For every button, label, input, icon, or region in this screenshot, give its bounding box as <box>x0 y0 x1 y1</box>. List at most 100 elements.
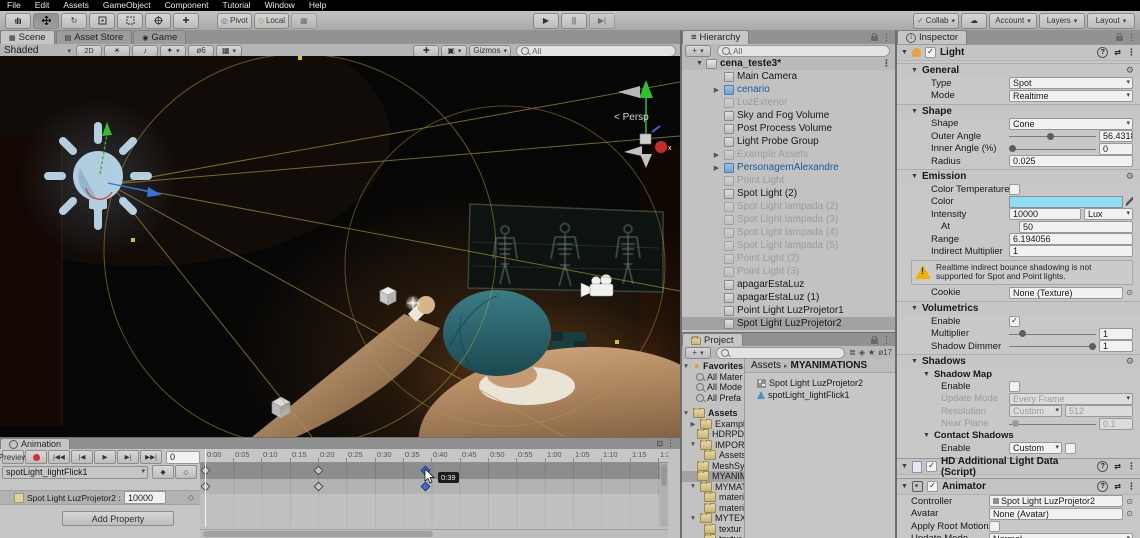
hierarchy-item-spot-light-lampada-3[interactable]: Spot Light lampada (3) <box>682 213 895 226</box>
controller-field[interactable]: Spot Light LuzProjetor2 <box>989 495 1123 507</box>
custom-tool-button[interactable]: ✚ <box>173 13 199 29</box>
dopesheet-empty-area[interactable] <box>200 494 668 527</box>
help-icon[interactable]: ? <box>1097 461 1108 472</box>
next-key-button[interactable]: ▶| <box>117 450 139 464</box>
eyedropper-icon[interactable] <box>1126 197 1133 206</box>
kebab-menu-icon[interactable]: ⋮ <box>882 336 891 345</box>
help-icon[interactable]: ? <box>1097 481 1108 492</box>
hierarchy-item-point-light-3[interactable]: Point Light (3) <box>682 265 895 278</box>
animated-property-row[interactable]: Spot Light LuzProjetor2 : HD A 10000 ◇ <box>0 490 200 505</box>
at-field[interactable]: 50 <box>1019 221 1133 233</box>
object-picker-icon[interactable]: ⊙ <box>1126 509 1133 518</box>
shadow-map-enable-checkbox[interactable] <box>1009 381 1020 392</box>
tree-hdrpde[interactable]: HDRPDe <box>682 429 744 440</box>
radius-field[interactable]: 0.025 <box>1009 155 1133 167</box>
intensity-field[interactable]: 10000 <box>1009 208 1081 220</box>
contact-enable-dropdown[interactable]: Custom <box>1009 442 1062 454</box>
hierarchy-item-personagemalexandre[interactable]: ▶PersonagemAlexandre <box>682 161 895 174</box>
tree-mymaterials[interactable]: ▼MYMATI <box>682 482 744 493</box>
tree-meshsync[interactable]: MeshSy <box>682 461 744 472</box>
kebab-menu-icon[interactable]: ⋮ <box>882 59 891 68</box>
menu-assets[interactable]: Assets <box>56 0 96 11</box>
menu-file[interactable]: File <box>0 0 28 11</box>
add-keyframe-button[interactable]: ◆ <box>152 465 174 479</box>
inner-angle-slider[interactable] <box>1009 144 1096 154</box>
tab-project[interactable]: Project <box>682 333 743 347</box>
clip-dropdown[interactable]: spotLight_lightFlick1 <box>2 466 148 479</box>
resolution-field[interactable]: 512 <box>1065 405 1133 417</box>
object-picker-icon[interactable]: ⊙ <box>1126 288 1133 297</box>
foldout-open-icon[interactable]: ▼ <box>682 410 690 417</box>
foldout-closed-icon[interactable]: ▶ <box>712 164 721 172</box>
foldout-open-icon[interactable]: ▼ <box>682 363 690 370</box>
hierarchy-item-spot-light-lampada-4[interactable]: Spot Light lampada (4) <box>682 226 895 239</box>
play-button[interactable]: ▶ <box>533 13 559 29</box>
intensity-unit-dropdown[interactable]: Lux <box>1084 208 1133 220</box>
animation-timeline[interactable]: 0:00 0:05 0:10 0:15 0:20 0:25 0:30 0:35 … <box>200 449 668 538</box>
foldout-open-icon[interactable]: ▼ <box>911 67 918 74</box>
property-value-field[interactable]: 10000 <box>124 491 166 504</box>
tree-materials-2[interactable]: materi <box>682 503 744 514</box>
scale-tool-button[interactable] <box>89 13 115 29</box>
emission-section-header[interactable]: ▼Emission⚙ <box>897 169 1140 183</box>
hierarchy-item-cenario[interactable]: ▶cenario <box>682 83 895 96</box>
hierarchy-item-light-probe-group[interactable]: Light Probe Group <box>682 135 895 148</box>
mode-dropdown[interactable]: Realtime <box>1009 90 1133 102</box>
preview-toggle[interactable]: Preview <box>2 450 24 464</box>
scene-audio-toggle[interactable]: ♪ <box>132 45 158 57</box>
lock-icon[interactable] <box>1116 36 1123 41</box>
kebab-menu-icon[interactable]: ⋮ <box>1127 48 1136 57</box>
menu-component[interactable]: Component <box>158 0 216 11</box>
light-component-header[interactable]: ▼ ✓ Light ? ⇄ ⋮ <box>897 44 1140 61</box>
kebab-menu-icon[interactable]: ⋮ <box>666 439 675 448</box>
filter-label-icon[interactable]: ◈ <box>859 348 865 357</box>
collab-dropdown[interactable]: ✓Collab▾ <box>913 13 959 29</box>
gear-icon[interactable]: ⚙ <box>1126 65 1134 76</box>
menu-help[interactable]: Help <box>302 0 333 11</box>
hierarchy-item-apagarestaluz-1[interactable]: apagarEstaLuz (1) <box>682 291 895 304</box>
animator-checkbox[interactable]: ✓ <box>927 481 938 492</box>
hierarchy-item-post-process-volume[interactable]: Post Process Volume <box>682 122 895 135</box>
shadows-section-header[interactable]: ▼Shadows⚙ <box>897 354 1140 368</box>
hierarchy-item-point-light-2[interactable]: Point Light (2) <box>682 252 895 265</box>
foldout-open-icon[interactable]: ▼ <box>689 441 697 448</box>
preset-icon[interactable]: ⇄ <box>1114 482 1121 491</box>
menu-gameobject[interactable]: GameObject <box>96 0 158 11</box>
menu-edit[interactable]: Edit <box>28 0 57 11</box>
pivot-toggle-button[interactable]: ◎Pivot <box>217 13 252 29</box>
hierarchy-item-luzexterior[interactable]: LuzExterior <box>682 96 895 109</box>
hierarchy-item-spot-light-2[interactable]: Spot Light (2) <box>682 187 895 200</box>
filter-type-icon[interactable]: ≣ <box>849 348 856 357</box>
first-key-button[interactable]: |◀◀ <box>48 450 70 464</box>
timeline-hscrollbar[interactable] <box>200 529 668 538</box>
indirect-multiplier-field[interactable]: 1 <box>1009 245 1133 257</box>
help-icon[interactable]: ? <box>1097 47 1108 58</box>
foldout-closed-icon[interactable]: ▶ <box>712 86 721 94</box>
add-property-button[interactable]: Add Property <box>62 511 174 526</box>
hand-tool-button[interactable] <box>5 13 31 29</box>
favorites-star-icon[interactable]: ★ <box>868 348 875 357</box>
resolution-mode-dropdown[interactable]: Custom <box>1009 405 1062 417</box>
hierarchy-item-spot-light-lampada-2[interactable]: Spot Light lampada (2) <box>682 200 895 213</box>
tree-example[interactable]: ▶Example <box>682 419 744 430</box>
animator-update-mode-dropdown[interactable]: Normal <box>989 533 1133 538</box>
hierarchy-item-apagarestaluz[interactable]: apagarEstaLuz <box>682 278 895 291</box>
scene-hidden-count[interactable]: ø6 <box>188 45 214 57</box>
foldout-open-icon[interactable]: ▼ <box>911 108 918 115</box>
foldout-closed-icon[interactable]: ▶ <box>689 420 697 428</box>
inner-angle-field[interactable]: 0 <box>1099 143 1133 155</box>
transform-tool-button[interactable] <box>145 13 171 29</box>
shape-dropdown[interactable]: Cone <box>1009 118 1133 130</box>
lock-icon[interactable] <box>871 36 878 41</box>
tree-myanimations[interactable]: MYANIM <box>682 471 744 482</box>
general-section-header[interactable]: ▼General⚙ <box>897 63 1140 77</box>
scene-tools-button[interactable]: ✚ <box>413 45 439 57</box>
foldout-open-icon[interactable]: ▼ <box>911 305 918 312</box>
foldout-open-icon[interactable]: ▼ <box>911 358 918 365</box>
foldout-closed-icon[interactable]: ▶ <box>712 151 721 159</box>
hierarchy-create-dropdown[interactable]: +▾ <box>685 45 711 57</box>
favorite-all-models[interactable]: All Mode <box>682 382 744 393</box>
outer-angle-field[interactable]: 56.4318 <box>1099 130 1133 142</box>
volumetrics-enable-checkbox[interactable]: ✓ <box>1009 316 1020 327</box>
hierarchy-item-spot-light-luzprojetor2[interactable]: Spot Light LuzProjetor2 <box>682 317 895 330</box>
